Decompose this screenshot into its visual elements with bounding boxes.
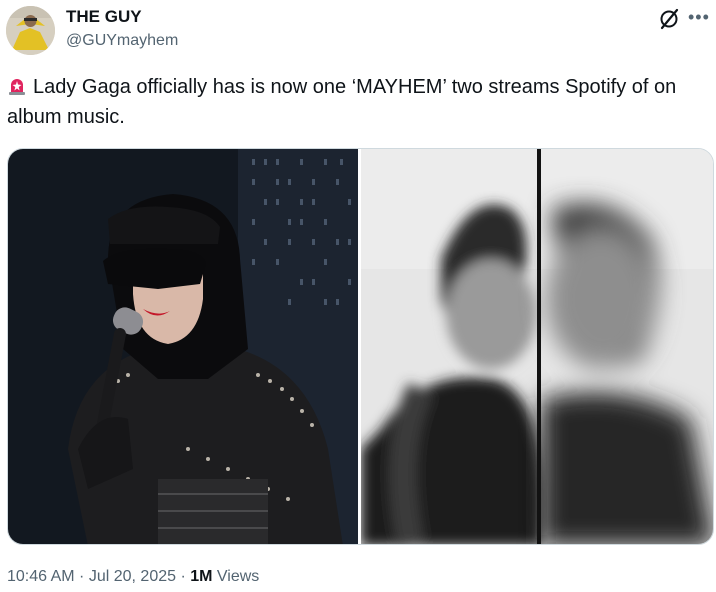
- tweet-text: Lady Gaga officially has is now one ‘MAY…: [7, 72, 712, 132]
- grok-icon[interactable]: [657, 7, 681, 31]
- views-label: Views: [212, 568, 260, 585]
- views-count: 1M: [190, 568, 213, 585]
- avatar[interactable]: [6, 6, 55, 55]
- album-art-photo[interactable]: [361, 149, 713, 544]
- author-handle[interactable]: @GUYmayhem: [66, 32, 178, 50]
- more-icon[interactable]: •••: [688, 7, 710, 28]
- tweet-body: Lady Gaga officially has is now one ‘MAY…: [7, 76, 677, 128]
- meta-separator: ·: [74, 568, 89, 585]
- tweet-meta: 10:46 AM · Jul 20, 2025 · 1M Views: [7, 568, 259, 586]
- meta-separator: ·: [176, 568, 191, 585]
- concert-photo[interactable]: [8, 149, 358, 544]
- police-siren-icon: [9, 79, 25, 95]
- timestamp-time[interactable]: 10:46 AM: [7, 568, 75, 585]
- author-name[interactable]: THE GUY: [66, 7, 142, 27]
- media-grid: [7, 148, 714, 545]
- timestamp-date[interactable]: Jul 20, 2025: [89, 568, 176, 585]
